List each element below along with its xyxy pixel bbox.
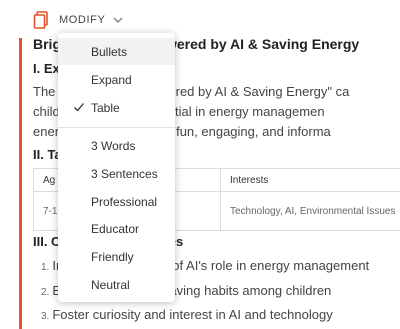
menu-item-neutral[interactable]: Neutral <box>58 271 175 298</box>
menu-divider <box>58 127 175 128</box>
table-cell-interests: Technology, AI, Environmental Issues <box>220 191 400 231</box>
menu-item-professional[interactable]: Professional <box>58 188 175 215</box>
list-item: 3. Foster curiosity and interest in AI an… <box>41 307 333 322</box>
menu-item-educator[interactable]: Educator <box>58 215 175 242</box>
section-heading-executive: I. Ex <box>33 61 60 76</box>
copy-icon[interactable] <box>33 11 49 29</box>
menu-item-table[interactable]: Table <box>58 94 175 121</box>
menu-item-expand[interactable]: Expand <box>58 66 175 93</box>
chevron-down-icon[interactable] <box>111 16 123 24</box>
menu-item-3-words[interactable]: 3 Words <box>58 132 175 159</box>
accent-line <box>19 38 22 329</box>
modify-dropdown-menu: Bullets Expand Table 3 Words 3 Sentences… <box>58 33 175 302</box>
check-icon <box>74 103 84 112</box>
menu-item-friendly[interactable]: Friendly <box>58 243 175 270</box>
table-header-interests: Interests <box>220 168 400 192</box>
modify-toolbar: MODIFY <box>33 10 123 30</box>
modify-button[interactable]: MODIFY <box>59 14 105 26</box>
menu-item-3-sentences[interactable]: 3 Sentences <box>58 160 175 187</box>
menu-item-bullets[interactable]: Bullets <box>58 38 175 65</box>
